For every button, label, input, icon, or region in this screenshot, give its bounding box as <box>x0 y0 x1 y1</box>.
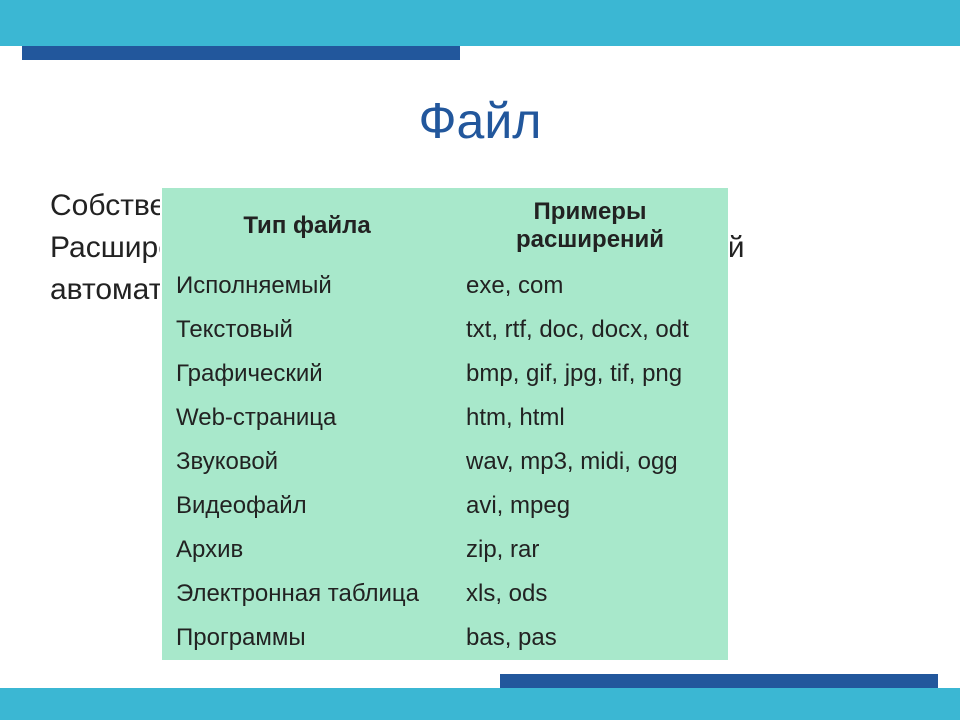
cell-type: Видеофайл <box>162 484 452 528</box>
table-header-row: Тип файла Примеры расширений <box>162 188 728 264</box>
bottom-bar <box>0 688 960 720</box>
cell-type: Программы <box>162 616 452 660</box>
table-row: Архив zip, rar <box>162 528 728 572</box>
cell-ext: wav, mp3, midi, ogg <box>452 440 728 484</box>
cell-type: Электронная таблица <box>162 572 452 616</box>
cell-type: Графический <box>162 352 452 396</box>
table-row: Текстовый txt, rtf, doc, docx, odt <box>162 308 728 352</box>
cell-ext: zip, rar <box>452 528 728 572</box>
cell-ext: xls, ods <box>452 572 728 616</box>
top-bar <box>0 0 960 46</box>
cell-ext: bmp, gif, jpg, tif, png <box>452 352 728 396</box>
slide: Файл Собственно имя файлу даёт пользоват… <box>0 0 960 720</box>
bottom-accent-bar <box>500 674 938 688</box>
cell-type: Исполняемый <box>162 264 452 308</box>
cell-ext: exe, com <box>452 264 728 308</box>
cell-ext: txt, rtf, doc, docx, odt <box>452 308 728 352</box>
table-row: Исполняемый exe, com <box>162 264 728 308</box>
table-row: Электронная таблица xls, ods <box>162 572 728 616</box>
top-accent-bar <box>22 46 460 60</box>
table-row: Звуковой wav, mp3, midi, ogg <box>162 440 728 484</box>
table-row: Видеофайл avi, mpeg <box>162 484 728 528</box>
cell-type: Текстовый <box>162 308 452 352</box>
cell-type: Web-страница <box>162 396 452 440</box>
cell-type: Архив <box>162 528 452 572</box>
cell-ext: avi, mpeg <box>452 484 728 528</box>
slide-title: Файл <box>0 92 960 150</box>
cell-type: Звуковой <box>162 440 452 484</box>
table-row: Web-страница htm, html <box>162 396 728 440</box>
cell-ext: bas, pas <box>452 616 728 660</box>
table-row: Графический bmp, gif, jpg, tif, png <box>162 352 728 396</box>
header-type: Тип файла <box>162 188 452 264</box>
table-row: Программы bas, pas <box>162 616 728 660</box>
header-ext: Примеры расширений <box>452 188 728 264</box>
file-types-table: Тип файла Примеры расширений Исполняемый… <box>160 186 730 662</box>
cell-ext: htm, html <box>452 396 728 440</box>
